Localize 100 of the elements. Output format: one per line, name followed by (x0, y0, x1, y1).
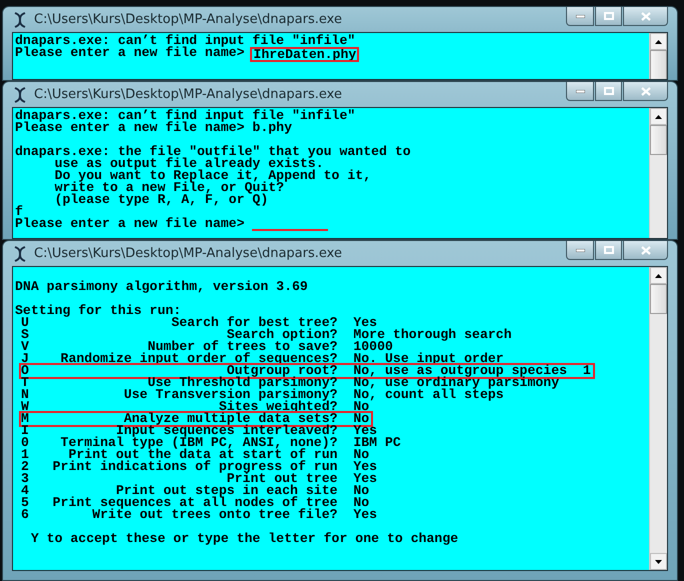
maximize-button[interactable] (595, 7, 622, 26)
console-line: Setting for this run: (15, 305, 182, 317)
option-label: Write out trees onto tree file? (91, 509, 338, 521)
close-icon (640, 86, 650, 96)
option-label: Print out tree (226, 473, 338, 485)
close-button[interactable] (623, 7, 668, 26)
dna-helix-icon (12, 86, 28, 102)
dna-helix-icon (12, 12, 28, 28)
up-arrow-icon (655, 40, 662, 44)
option-value: Yes (353, 317, 378, 329)
console-line: write to a new File, or Quit? (54, 182, 284, 194)
minimize-icon (576, 14, 584, 18)
option-key: 2 (21, 461, 53, 473)
console-line: Y to accept these or type the letter for one to change (30, 533, 458, 545)
down-arrow-icon (655, 560, 662, 564)
option-value: Yes (353, 425, 378, 437)
scroll-up-button[interactable] (650, 108, 667, 125)
option-value: Yes (353, 461, 378, 473)
console-line: use as output file already exists. (54, 158, 324, 170)
option-value: No, count all steps (353, 389, 504, 401)
option-key: I (21, 425, 53, 437)
option-label: Use Transversion parsimony? (122, 389, 338, 401)
option-key: 3 (21, 473, 53, 485)
option-label: Print out steps in each site (114, 485, 338, 497)
option-key: S (21, 329, 53, 341)
window-title: C:\Users\Kurs\Desktop\MP-Analyse\dnapars.exe (34, 87, 343, 102)
option-value: No (353, 401, 370, 413)
option-key: W (21, 401, 53, 413)
scroll-thumb[interactable] (650, 50, 667, 79)
option-key: U (21, 317, 53, 329)
option-key: T (21, 377, 53, 389)
option-value: No, use ordinary parsimony (353, 377, 560, 389)
prompt-text: Please enter a new file name> (15, 216, 246, 231)
window-title: C:\Users\Kurs\Desktop\MP-Analyse\dnapars.exe (34, 246, 343, 261)
console-line: dnapars.exe: can’t find input file "infile" (15, 35, 356, 47)
scrollbar[interactable] (649, 33, 667, 79)
option-value: No (353, 485, 370, 497)
maximize-icon (604, 246, 614, 254)
option-key: 4 (21, 485, 53, 497)
scroll-thumb[interactable] (650, 125, 667, 155)
option-key: N (21, 389, 53, 401)
option-value: No (353, 449, 370, 461)
option-label: Sites weighted? (218, 401, 338, 413)
scroll-up-button[interactable] (650, 267, 667, 284)
dna-helix-icon (12, 246, 28, 262)
option-label: Randomize input order of sequences? (60, 353, 338, 365)
up-arrow-icon (655, 114, 662, 118)
minimize-button[interactable] (566, 7, 594, 26)
scroll-down-button[interactable] (650, 553, 667, 570)
option-key: 6 (21, 509, 53, 521)
console-line: Do you want to Replace it, Append to it, (54, 170, 372, 182)
option-value: No (353, 413, 370, 425)
option-key: M (21, 413, 53, 425)
option-label: Analyze multiple data sets? (124, 413, 338, 425)
scroll-thumb[interactable] (650, 284, 667, 314)
console-line: dnapars.exe: the file "outfile" that you wanted to (15, 146, 411, 158)
option-key: V (21, 341, 53, 353)
option-key: 5 (21, 497, 53, 509)
console-line: (please type R, A, F, or Q) (54, 194, 268, 206)
maximize-button[interactable] (595, 241, 622, 260)
scroll-up-button[interactable] (650, 33, 667, 50)
option-label: Print sequences at all nodes of tree (52, 497, 338, 509)
option-key: 1 (21, 449, 53, 461)
option-value: 10000 (353, 341, 393, 353)
minimize-button[interactable] (566, 82, 594, 101)
option-label: Print out the data at start of run (68, 449, 338, 461)
option-value: No. Use input order (353, 353, 504, 365)
option-label: Search option? (226, 329, 338, 341)
console-line: dnapars.exe: can’t find input file "infile" (15, 110, 356, 122)
minimize-icon (576, 248, 584, 252)
option-label: Use Threshold parsimony? (147, 377, 338, 389)
option-label: Outgroup root? (226, 365, 338, 377)
option-key: J (21, 353, 53, 365)
option-value: No, use as outgroup species 1 (353, 365, 591, 377)
close-button[interactable] (623, 241, 668, 260)
console-line: DNA parsimony algorithm, version 3.69 (15, 281, 308, 293)
option-value: IBM PC (353, 437, 401, 449)
option-label: Terminal type (IBM PC, ANSI, none)? (60, 437, 338, 449)
option-label: Search for best tree? (170, 317, 338, 329)
option-label: Number of trees to save? (148, 341, 338, 353)
maximize-icon (604, 87, 614, 95)
console-line: f (15, 206, 23, 218)
option-label: Input sequences interleaved? (116, 425, 338, 437)
option-value: No (353, 497, 370, 509)
option-key: O (21, 365, 53, 377)
scrollbar[interactable] (649, 108, 667, 238)
up-arrow-icon (655, 274, 662, 278)
maximize-button[interactable] (595, 82, 622, 101)
close-icon (640, 246, 650, 254)
option-value: Yes (353, 509, 378, 521)
option-label: Print indications of progress of run (52, 461, 338, 473)
minimize-button[interactable] (566, 241, 594, 260)
close-icon (640, 12, 650, 20)
minimize-icon (576, 90, 584, 92)
close-button[interactable] (623, 82, 668, 101)
option-value: More thorough search (353, 329, 512, 341)
maximize-icon (604, 12, 614, 20)
scrollbar[interactable] (649, 267, 667, 570)
option-value: Yes (353, 473, 378, 485)
window-title: C:\Users\Kurs\Desktop\MP-Analyse\dnapars.exe (34, 12, 343, 27)
